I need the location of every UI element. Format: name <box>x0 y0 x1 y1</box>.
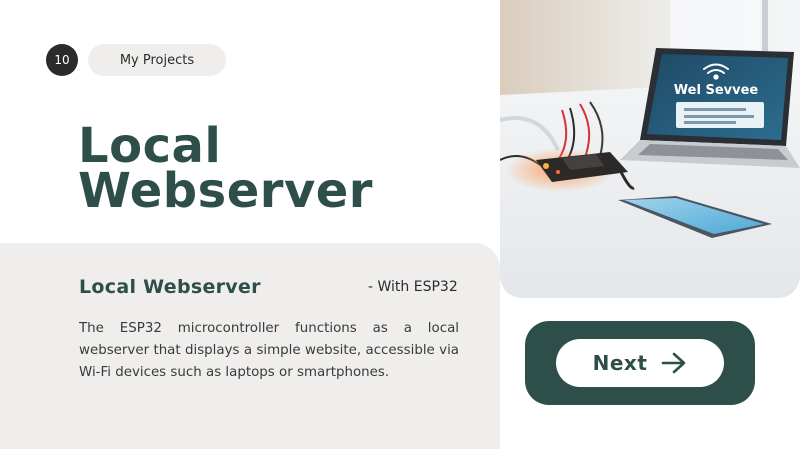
page-title: Local Webserver <box>78 122 478 219</box>
laptop-screen-heading: Wel Sevvee <box>674 83 759 98</box>
slide: 10 My Projects Local Webserver Local Web… <box>0 0 800 449</box>
project-photo: Wel Sevvee <box>500 0 800 298</box>
next-button[interactable]: Next <box>556 339 724 387</box>
card-description: The ESP32 microcontroller functions as a… <box>79 321 459 380</box>
step-number-badge: 10 <box>46 44 78 76</box>
card-subtitle: - With ESP32 <box>368 279 458 295</box>
page-title-line-2: Webserver <box>78 163 373 219</box>
arrow-right-icon <box>661 352 687 374</box>
next-label: Next <box>592 351 648 375</box>
card-title: Local Webserver <box>79 276 261 298</box>
section-label-pill: My Projects <box>88 44 226 76</box>
